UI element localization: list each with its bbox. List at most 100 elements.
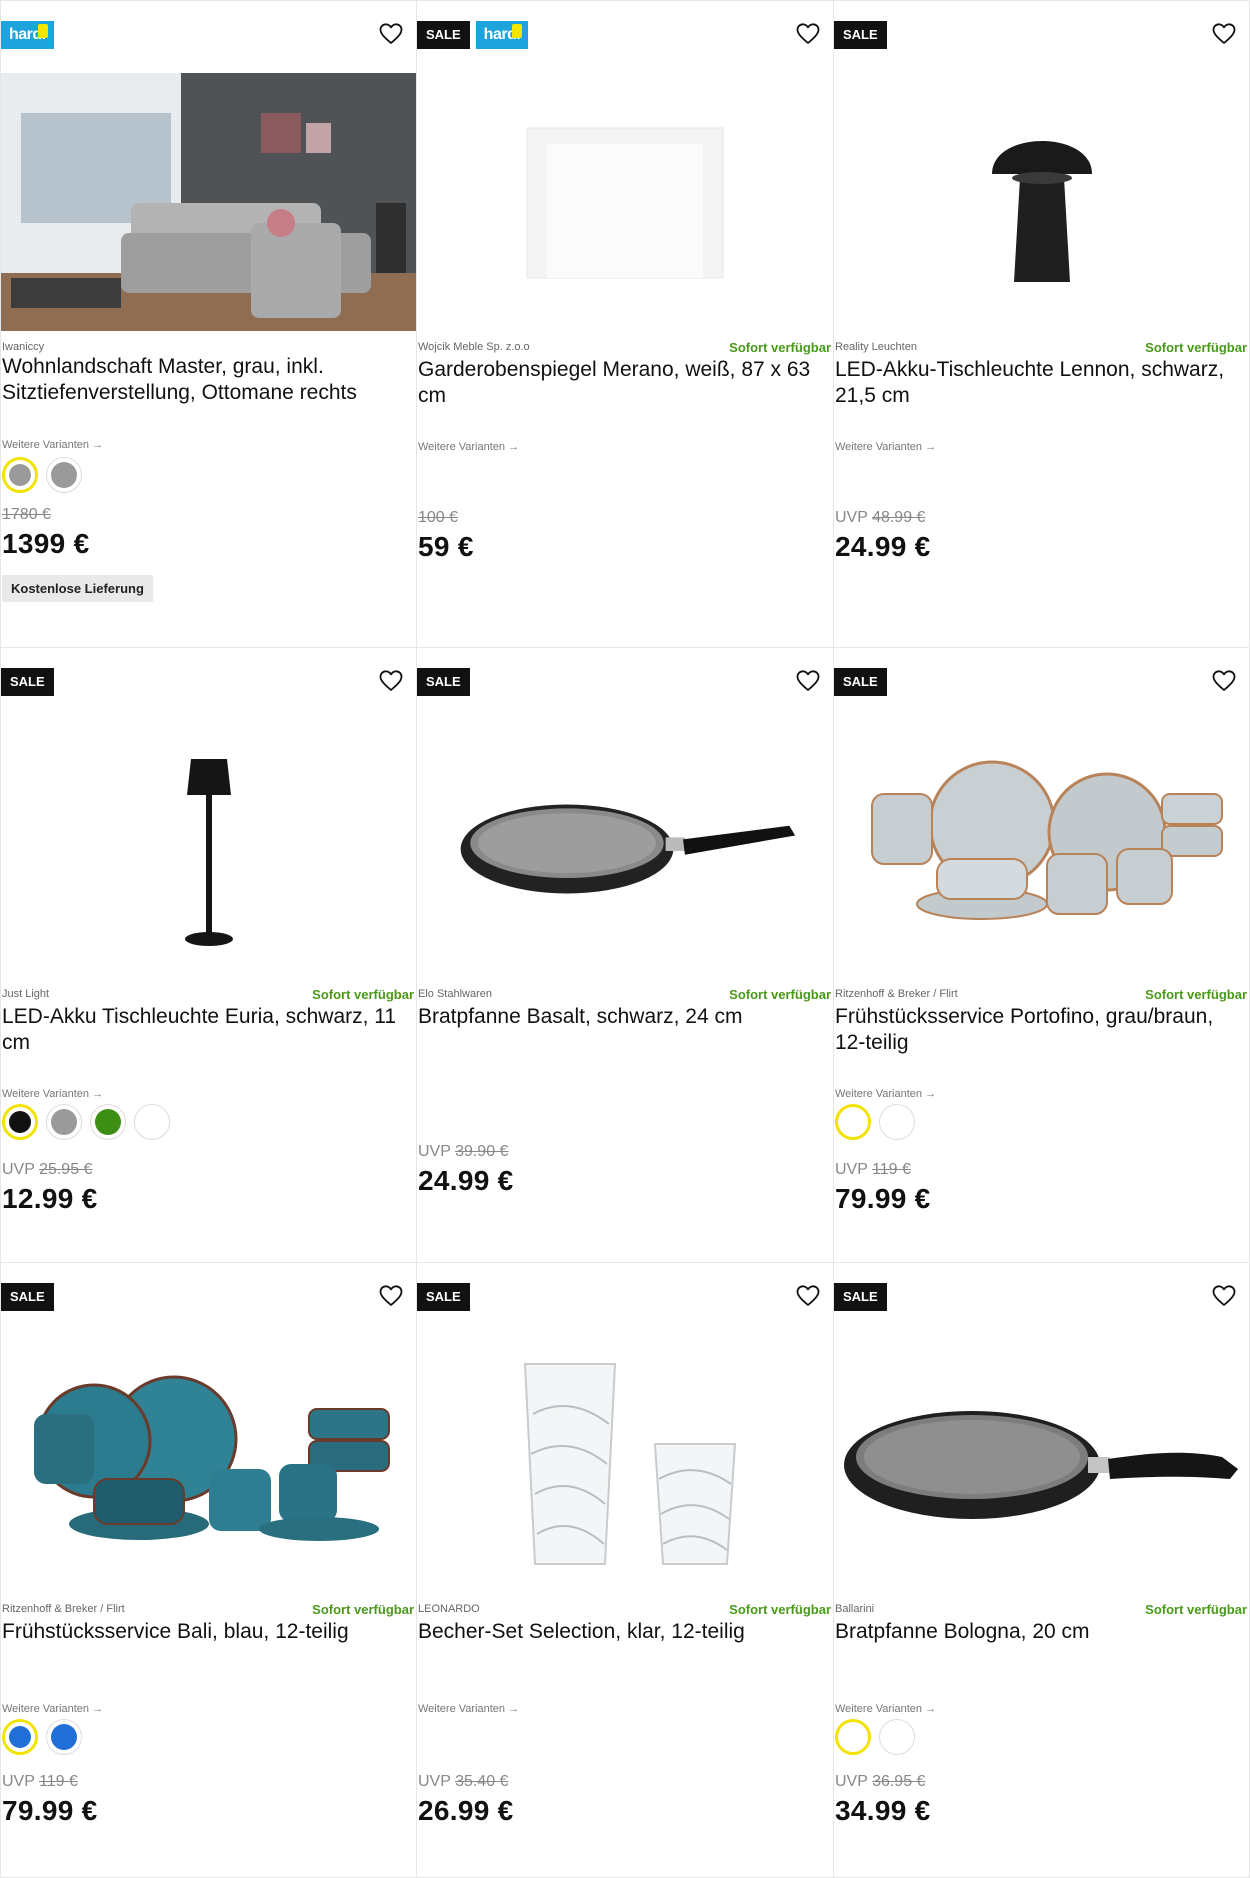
product-card[interactable]: SALE LEONARDO Sofort verfügbar Becher-Set … <box>416 1262 834 1878</box>
color-swatch[interactable] <box>46 1719 82 1755</box>
product-card[interactable]: SALE Ritzenhoff & Breker / Flirt Sofort v… <box>0 1262 417 1878</box>
availability-label: Sofort verfügbar <box>729 986 831 1002</box>
product-image[interactable] <box>834 718 1249 980</box>
wishlist-heart-icon[interactable] <box>378 668 404 694</box>
strikethrough-price: 48.99 € <box>872 509 926 526</box>
product-image[interactable] <box>834 71 1249 333</box>
strikethrough-price: 25.95 € <box>39 1161 93 1178</box>
more-variants-link[interactable]: Weitere Varianten → <box>2 1088 103 1100</box>
product-image[interactable] <box>417 718 833 980</box>
availability-label: Sofort verfügbar <box>729 339 831 355</box>
product-card[interactable]: SALE Reality Leuchten Sofort verfügbar LED… <box>833 0 1250 648</box>
swatch-color <box>9 1111 31 1133</box>
color-swatches <box>835 1719 915 1755</box>
product-card[interactable]: hardi Iwaniccy Wohnlandschaft Master, gra… <box>0 0 417 648</box>
color-swatch[interactable] <box>90 1104 126 1140</box>
more-variants-link[interactable]: Weitere Varianten → <box>418 1703 519 1715</box>
product-title[interactable]: Frühstücksservice Bali, blau, 12-teilig <box>2 1619 410 1645</box>
wishlist-heart-icon[interactable] <box>1211 21 1237 47</box>
product-brand: Ritzenhoff & Breker / Flirt <box>2 1603 125 1615</box>
product-image[interactable] <box>1 71 416 333</box>
product-image[interactable] <box>834 1333 1249 1595</box>
color-swatches <box>2 1719 82 1755</box>
sale-badge: SALE <box>417 668 470 696</box>
badge-row: SALE <box>1 668 54 696</box>
product-title[interactable]: Bratpfanne Bologna, 20 cm <box>835 1619 1243 1645</box>
wishlist-heart-icon[interactable] <box>1211 1283 1237 1309</box>
strikethrough-price: 35.40 € <box>455 1773 509 1790</box>
product-meta: Wojcik Meble Sp. z.o.o Sofort verfügbar <box>418 339 831 355</box>
product-title[interactable]: Becher-Set Selection, klar, 12-teilig <box>418 1619 827 1645</box>
availability-label: Sofort verfügbar <box>312 986 414 1002</box>
hardi-logo-badge: hardi <box>1 21 54 49</box>
swatch-color <box>139 1109 165 1135</box>
swatch-color <box>884 1724 910 1750</box>
color-swatch[interactable] <box>2 457 38 493</box>
swatch-color <box>51 1724 77 1750</box>
sale-price: 34.99 € <box>835 1795 931 1826</box>
strikethrough-price: 36.95 € <box>872 1773 926 1790</box>
product-card[interactable]: SALE Ballarini Sofort verfügbar Bratpfanne… <box>833 1262 1250 1878</box>
product-title[interactable]: Wohnlandschaft Master, grau, inkl. Sitzt… <box>2 354 410 406</box>
more-variants-link[interactable]: Weitere Varianten → <box>2 439 103 451</box>
availability-label: Sofort verfügbar <box>1145 1601 1247 1617</box>
product-title[interactable]: LED-Akku Tischleuchte Euria, schwarz, 11… <box>2 1004 410 1056</box>
original-price: 100 € <box>418 509 458 527</box>
more-variants-link[interactable]: Weitere Varianten → <box>2 1703 103 1715</box>
color-swatch[interactable] <box>2 1719 38 1755</box>
more-variants-link[interactable]: Weitere Varianten → <box>835 1088 936 1100</box>
strikethrough-price: 1780 € <box>2 506 51 523</box>
product-brand: Just Light <box>2 988 50 1000</box>
sale-price: 59 € <box>418 531 474 562</box>
sale-badge: SALE <box>834 668 887 696</box>
product-image[interactable] <box>417 71 833 333</box>
product-title[interactable]: Garderobenspiegel Merano, weiß, 87 x 63 … <box>418 357 827 409</box>
color-swatch[interactable] <box>2 1104 38 1140</box>
original-price: UVP 25.95 € <box>2 1161 92 1179</box>
wishlist-heart-icon[interactable] <box>795 668 821 694</box>
wishlist-heart-icon[interactable] <box>795 1283 821 1309</box>
swatch-color <box>95 1109 121 1135</box>
badge-row: SALE <box>834 1283 887 1311</box>
sale-price: 79.99 € <box>835 1183 931 1214</box>
product-image[interactable] <box>1 718 416 980</box>
more-variants-link[interactable]: Weitere Varianten → <box>835 441 936 453</box>
product-card[interactable]: SALE hardi Wojcik Meble Sp. z.o.o Sofort v… <box>416 0 834 648</box>
product-meta: Iwaniccy <box>2 339 414 355</box>
wishlist-heart-icon[interactable] <box>795 21 821 47</box>
color-swatches <box>2 1104 170 1140</box>
more-variants-link[interactable]: Weitere Varianten → <box>418 441 519 453</box>
color-swatch[interactable] <box>835 1719 871 1755</box>
product-brand: Ritzenhoff & Breker / Flirt <box>835 988 958 1000</box>
color-swatch[interactable] <box>879 1104 915 1140</box>
strikethrough-price: 39.90 € <box>455 1143 509 1160</box>
color-swatch[interactable] <box>879 1719 915 1755</box>
color-swatches <box>835 1104 915 1140</box>
product-image[interactable] <box>1 1333 416 1595</box>
color-swatch[interactable] <box>46 1104 82 1140</box>
wishlist-heart-icon[interactable] <box>378 1283 404 1309</box>
color-swatch[interactable] <box>46 457 82 493</box>
uvp-label: UVP <box>418 1773 456 1790</box>
product-title[interactable]: Bratpfanne Basalt, schwarz, 24 cm <box>418 1004 827 1030</box>
product-title[interactable]: Frühstücksservice Portofino, grau/braun,… <box>835 1004 1243 1056</box>
swatch-color <box>842 1726 864 1748</box>
sale-price: 79.99 € <box>2 1795 98 1826</box>
wishlist-heart-icon[interactable] <box>378 21 404 47</box>
uvp-label: UVP <box>835 1773 873 1790</box>
product-card[interactable]: SALE Ritzenhoff & Breker / Flirt Sofort v… <box>833 647 1250 1263</box>
sale-badge: SALE <box>1 1283 54 1311</box>
strikethrough-price: 100 € <box>418 509 459 526</box>
uvp-label: UVP <box>2 1773 40 1790</box>
product-image[interactable] <box>417 1333 833 1595</box>
strikethrough-price: 119 € <box>872 1161 911 1178</box>
product-title[interactable]: LED-Akku-Tischleuchte Lennon, schwarz, 2… <box>835 357 1243 409</box>
product-card[interactable]: SALE Elo Stahlwaren Sofort verfügbar Bratp… <box>416 647 834 1263</box>
color-swatch[interactable] <box>835 1104 871 1140</box>
sale-price: 1399 € <box>2 528 90 559</box>
strikethrough-price: 119 € <box>39 1773 78 1790</box>
wishlist-heart-icon[interactable] <box>1211 668 1237 694</box>
more-variants-link[interactable]: Weitere Varianten → <box>835 1703 936 1715</box>
color-swatch[interactable] <box>134 1104 170 1140</box>
product-card[interactable]: SALE Just Light Sofort verfügbar LED-Akku … <box>0 647 417 1263</box>
